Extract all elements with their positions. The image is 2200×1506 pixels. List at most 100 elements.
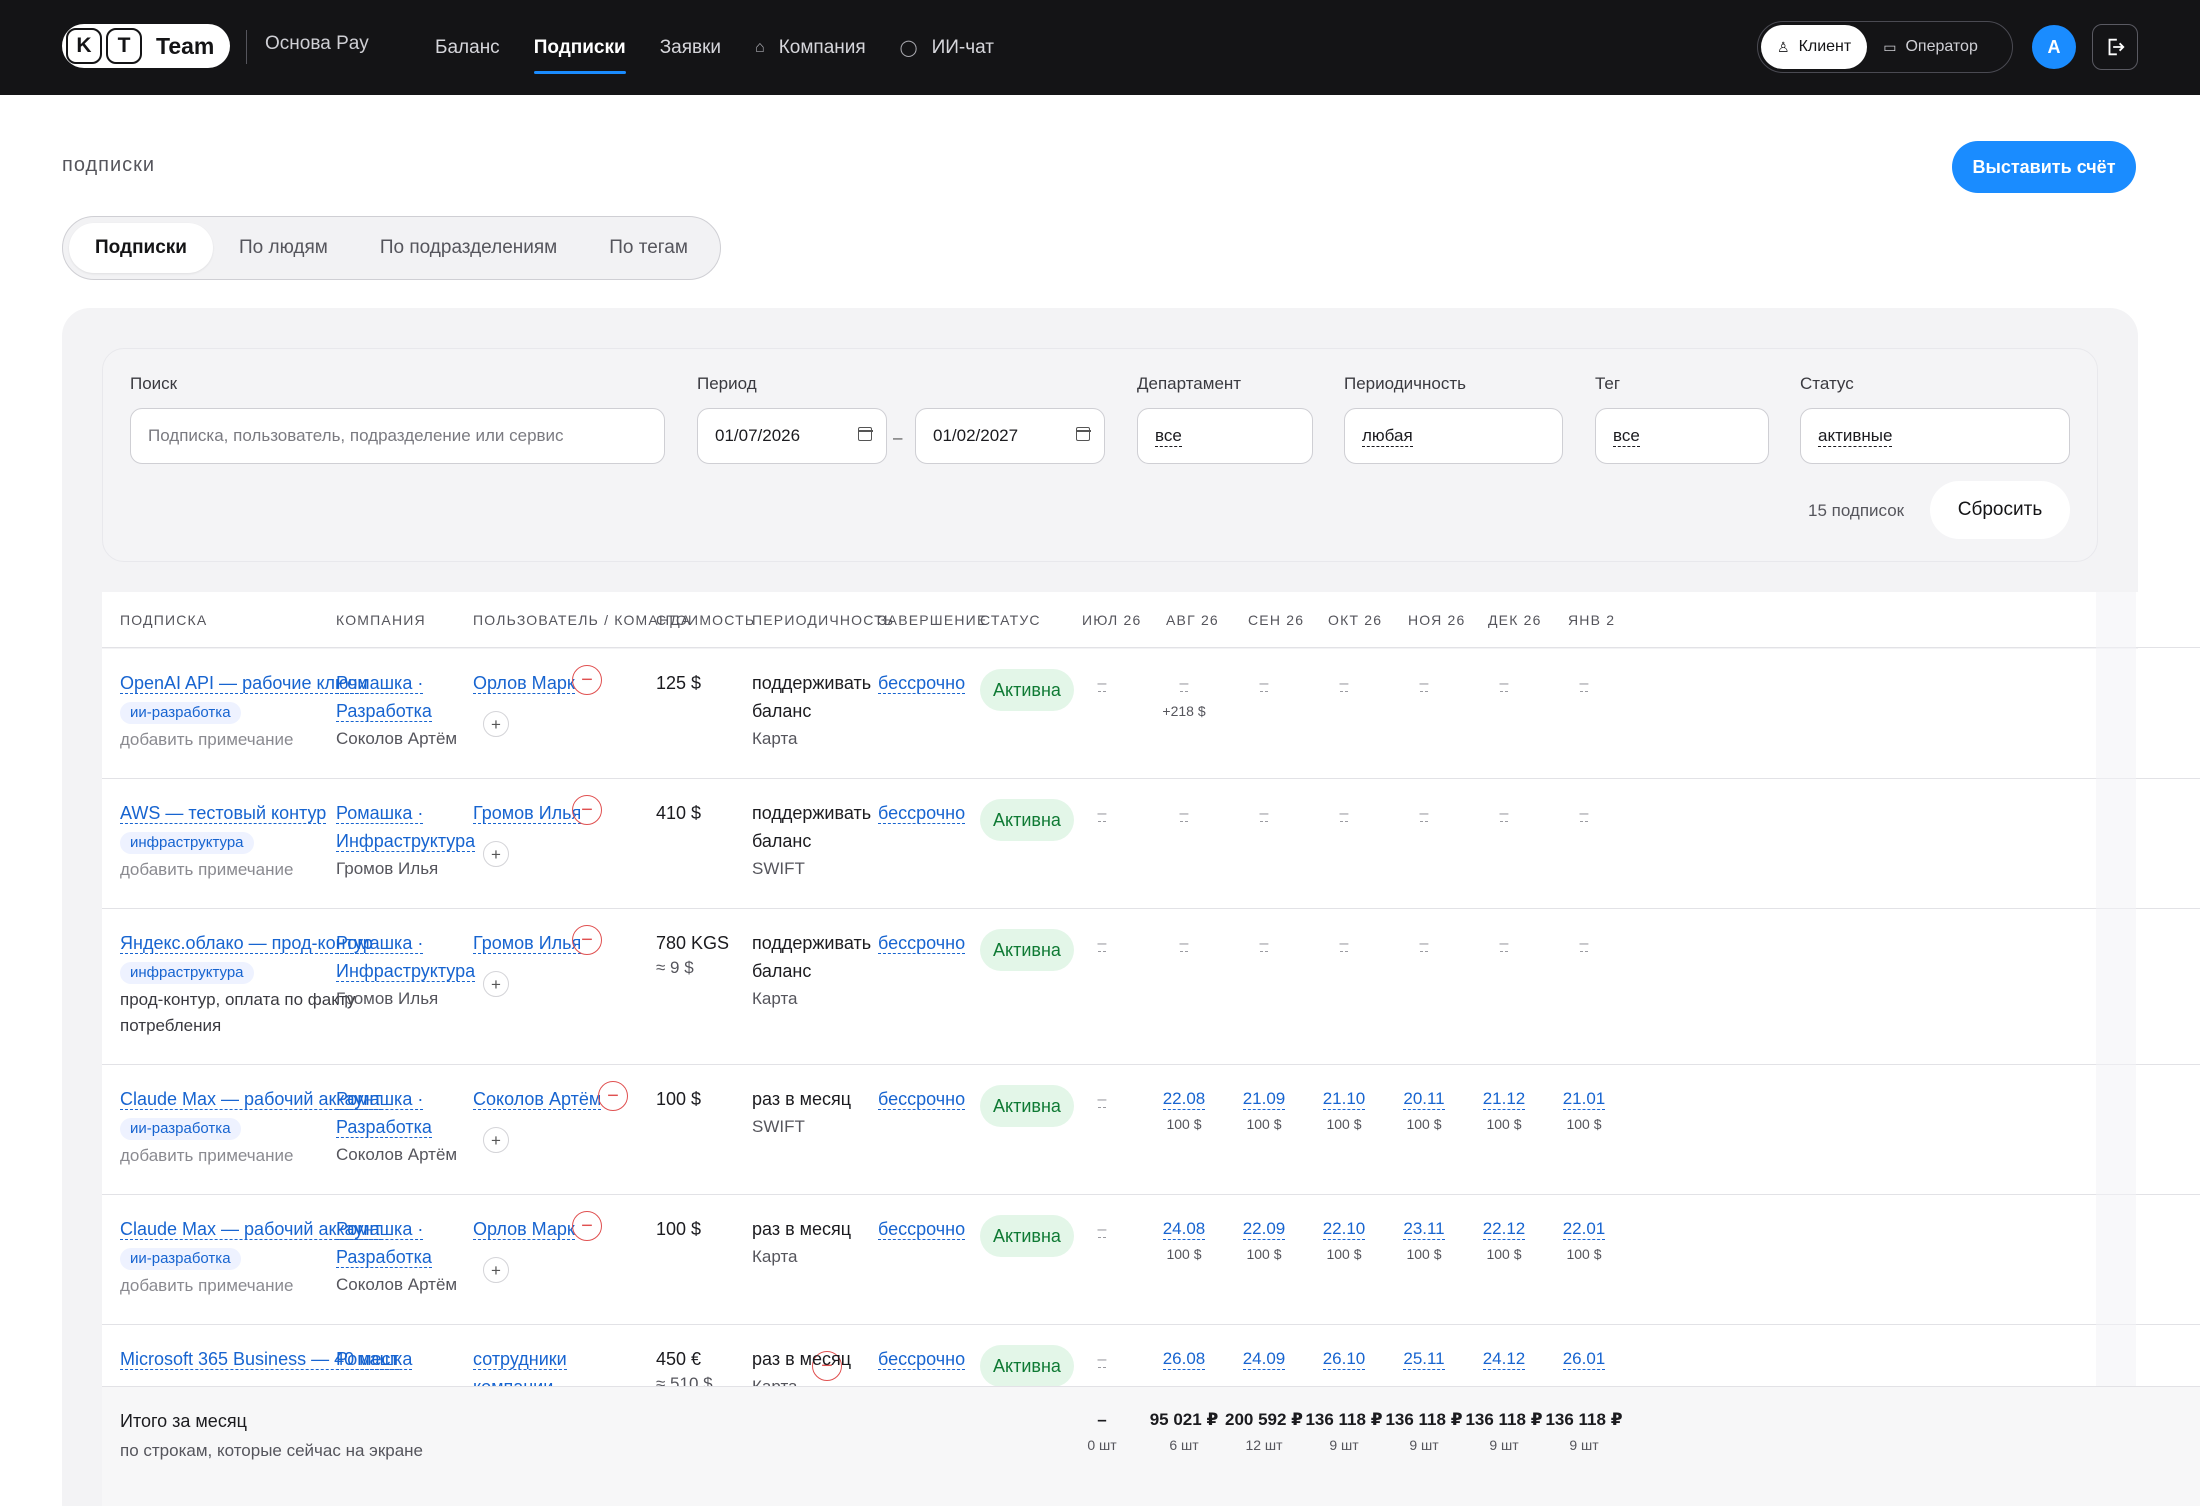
department-select[interactable]: все	[1137, 408, 1313, 464]
empty-month[interactable]: –	[1179, 806, 1189, 822]
empty-month[interactable]: –	[1259, 806, 1269, 822]
payment-date-link[interactable]: 21.09	[1242, 1089, 1286, 1110]
empty-month[interactable]: –	[1419, 806, 1429, 822]
end-date-link[interactable]: бессрочно	[878, 1349, 966, 1370]
company-link[interactable]: Инфраструктура	[336, 961, 476, 982]
empty-month[interactable]: –	[1097, 806, 1107, 822]
end-date-link[interactable]: бессрочно	[878, 803, 966, 824]
add-user-button[interactable]: +	[483, 1257, 509, 1283]
company-link[interactable]: Ромашка ·	[336, 933, 424, 954]
end-date-link[interactable]: бессрочно	[878, 1089, 966, 1110]
status-select[interactable]: активные	[1800, 408, 2070, 464]
periodicity-select[interactable]: любая	[1344, 408, 1563, 464]
avatar[interactable]: А	[2032, 25, 2076, 69]
user-link[interactable]: Громов Илья	[473, 933, 582, 954]
payment-date-link[interactable]: 21.10	[1322, 1089, 1366, 1110]
empty-month[interactable]: –	[1097, 1352, 1107, 1368]
payment-date-link[interactable]: 22.10	[1322, 1219, 1366, 1240]
empty-month[interactable]: –	[1179, 676, 1189, 692]
remove-user-button[interactable]: −	[598, 1081, 628, 1111]
role-client-button[interactable]: ♙ Клиент	[1761, 25, 1868, 69]
tag-badge[interactable]: ии-разработка	[120, 1248, 241, 1270]
subscription-link[interactable]: OpenAI API — рабочие ключи	[120, 673, 368, 694]
empty-month[interactable]: –	[1179, 936, 1189, 952]
remove-user-button[interactable]: −	[572, 665, 602, 695]
empty-month[interactable]: –	[1579, 806, 1589, 822]
company-link[interactable]: Ромашка ·	[336, 673, 424, 694]
empty-month[interactable]: –	[1339, 676, 1349, 692]
company-link[interactable]: Ромашка ·	[336, 1089, 424, 1110]
subscription-link[interactable]: Яндекс.облако — прод-контур	[120, 933, 373, 954]
remove-user-button[interactable]: −	[572, 925, 602, 955]
tag-badge[interactable]: ии-разработка	[120, 1118, 241, 1140]
payment-date-link[interactable]: 24.09	[1242, 1349, 1286, 1370]
add-user-button[interactable]: +	[483, 711, 509, 737]
nav-subscriptions[interactable]: Подписки	[533, 0, 626, 95]
nav-requests[interactable]: Заявки	[660, 0, 721, 95]
company-link[interactable]: Разработка	[336, 701, 432, 722]
user-link[interactable]: Орлов Марк	[473, 673, 575, 694]
nav-balance[interactable]: Баланс	[435, 0, 500, 95]
tab-subscriptions[interactable]: Подписки	[69, 223, 213, 273]
user-link[interactable]: Орлов Марк	[473, 1219, 575, 1240]
company-link[interactable]: Разработка	[336, 1117, 432, 1138]
remove-user-button[interactable]: −	[572, 1211, 602, 1241]
payment-date-link[interactable]: 26.08	[1162, 1349, 1206, 1370]
empty-month[interactable]: –	[1339, 806, 1349, 822]
tab-by-people[interactable]: По людям	[213, 223, 354, 273]
invoice-button[interactable]: Выставить счёт	[1952, 141, 2136, 193]
tag-badge[interactable]: инфраструктура	[120, 962, 254, 984]
period-to-input[interactable]: 01/02/2027	[915, 408, 1105, 464]
payment-date-link[interactable]: 21.01	[1562, 1089, 1606, 1110]
company-link[interactable]: Ромашка ·	[336, 803, 424, 824]
subscription-link[interactable]: AWS — тестовый контур	[120, 803, 327, 824]
empty-month[interactable]: –	[1579, 936, 1589, 952]
empty-month[interactable]: –	[1339, 936, 1349, 952]
empty-month[interactable]: –	[1579, 676, 1589, 692]
user-link[interactable]: Громов Илья	[473, 803, 582, 824]
tag-select[interactable]: все	[1595, 408, 1769, 464]
add-user-button[interactable]: +	[483, 841, 509, 867]
add-user-button[interactable]: +	[483, 971, 509, 997]
end-date-link[interactable]: бессрочно	[878, 673, 966, 694]
company-link[interactable]: Ромашка	[336, 1349, 413, 1370]
calendar-icon[interactable]	[857, 427, 873, 441]
remove-user-button[interactable]: −	[572, 795, 602, 825]
payment-date-link[interactable]: 22.01	[1562, 1219, 1606, 1240]
tab-by-tags[interactable]: По тегам	[583, 223, 714, 273]
payment-date-link[interactable]: 23.11	[1403, 1219, 1445, 1240]
payment-date-link[interactable]: 22.09	[1242, 1219, 1286, 1240]
empty-month[interactable]: –	[1097, 1092, 1107, 1108]
logout-button[interactable]	[2092, 24, 2138, 70]
empty-month[interactable]: –	[1499, 676, 1509, 692]
reset-button[interactable]: Сбросить	[1930, 481, 2070, 539]
tag-badge[interactable]: инфраструктура	[120, 832, 254, 854]
empty-month[interactable]: –	[1499, 806, 1509, 822]
nav-company[interactable]: ⌂ Компания	[755, 0, 866, 95]
search-input[interactable]: Подписка, пользователь, подразделение ил…	[130, 408, 665, 464]
payment-date-link[interactable]: 24.12	[1482, 1349, 1526, 1370]
payment-date-link[interactable]: 26.10	[1322, 1349, 1366, 1370]
payment-date-link[interactable]: 25.11	[1403, 1349, 1445, 1370]
role-operator-button[interactable]: ▭ Оператор	[1867, 25, 1994, 69]
add-user-button[interactable]: +	[483, 1127, 509, 1153]
empty-month[interactable]: –	[1097, 676, 1107, 692]
empty-month[interactable]: –	[1259, 936, 1269, 952]
empty-month[interactable]: –	[1097, 936, 1107, 952]
period-from-input[interactable]: 01/07/2026	[697, 408, 887, 464]
payment-date-link[interactable]: 22.08	[1162, 1089, 1206, 1110]
empty-month[interactable]: –	[1419, 676, 1429, 692]
empty-month[interactable]: –	[1419, 936, 1429, 952]
payment-date-link[interactable]: 20.11	[1403, 1089, 1445, 1110]
payment-date-link[interactable]: 26.01	[1562, 1349, 1606, 1370]
tag-badge[interactable]: ии-разработка	[120, 702, 241, 724]
company-link[interactable]: Ромашка ·	[336, 1219, 424, 1240]
logo[interactable]: K T Team	[62, 24, 231, 68]
tab-by-departments[interactable]: По подразделениям	[354, 223, 583, 273]
end-date-link[interactable]: бессрочно	[878, 1219, 966, 1240]
empty-month[interactable]: –	[1259, 676, 1269, 692]
payment-date-link[interactable]: 21.12	[1482, 1089, 1526, 1110]
company-link[interactable]: Инфраструктура	[336, 831, 476, 852]
calendar-icon[interactable]	[1075, 427, 1091, 441]
nav-ai-chat[interactable]: ◯ ИИ-чат	[900, 0, 994, 95]
